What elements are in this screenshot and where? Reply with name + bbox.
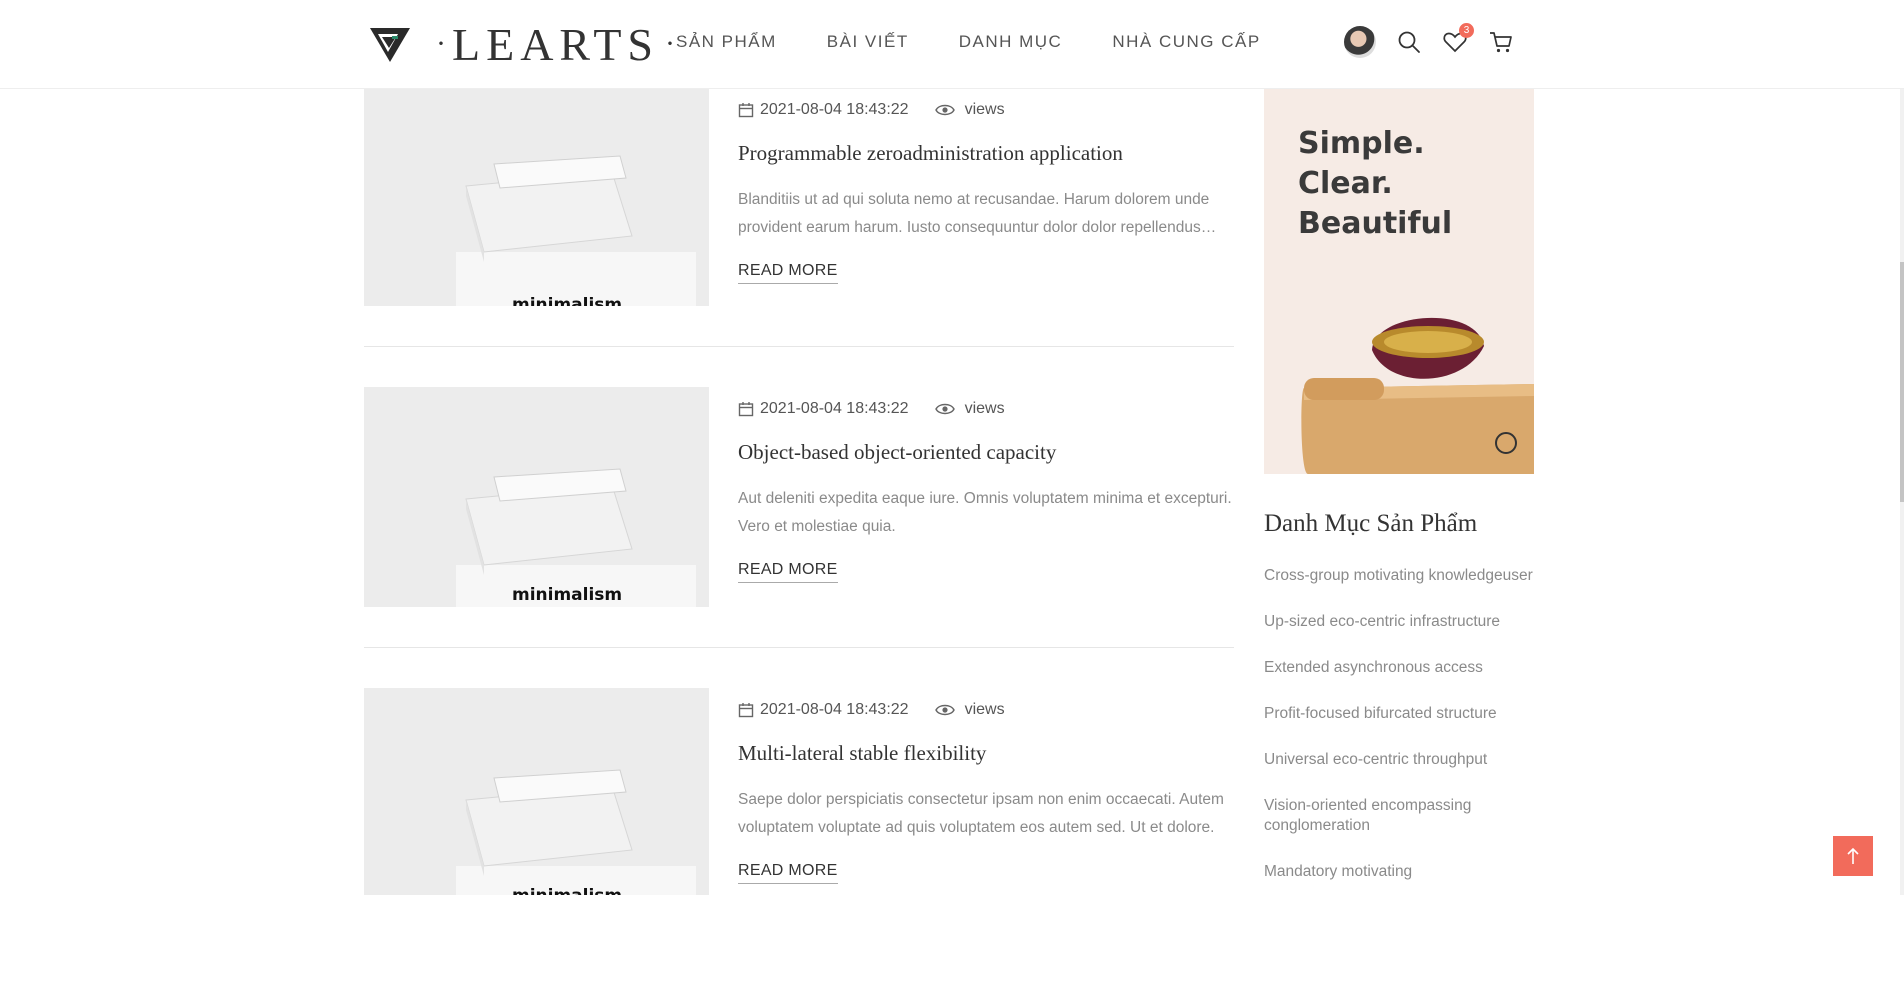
arrow-up-icon: [1847, 847, 1859, 864]
post-thumbnail[interactable]: minimalism: [364, 76, 709, 306]
thumb-text: minimalism: [512, 886, 622, 895]
category-item[interactable]: Universal eco-centric throughput: [1264, 750, 1534, 770]
thumb-text: minimalism: [512, 585, 622, 605]
post-body: 2021-08-04 18:43:22 views Programmable z…: [738, 99, 1234, 284]
post-divider: [364, 647, 1234, 648]
post-thumbnail[interactable]: minimalism: [364, 387, 709, 607]
site-logo[interactable]: · LEARTS ·: [368, 14, 681, 74]
wishlist-count-badge: 3: [1459, 23, 1474, 38]
post-title[interactable]: Programmable zeroadministration applicat…: [738, 141, 1234, 169]
read-more-link[interactable]: READ MORE: [738, 862, 838, 884]
back-to-top-button[interactable]: [1833, 836, 1873, 876]
logo-dot: ·: [436, 27, 446, 60]
cutting-board-image: [1301, 317, 1534, 474]
category-item[interactable]: Cross-group motivating knowledgeuser: [1264, 566, 1534, 586]
logo-dot: ·: [665, 27, 676, 60]
post-title[interactable]: Multi-lateral stable flexibility: [738, 741, 1234, 769]
search-icon[interactable]: [1396, 29, 1422, 55]
calendar-icon: [738, 402, 754, 417]
category-list: Cross-group motivating knowledgeuser Up-…: [1264, 566, 1534, 908]
post-title[interactable]: Object-based object-oriented capacity: [738, 440, 1234, 468]
post-date: 2021-08-04 18:43:22: [760, 701, 909, 718]
post-body: 2021-08-04 18:43:22 views Object-based o…: [738, 398, 1234, 583]
nav-item-products[interactable]: SẢN PHẨM: [676, 32, 777, 52]
post-date: 2021-08-04 18:43:22: [760, 400, 909, 417]
logo-text: LEARTS: [452, 18, 660, 70]
post-views: views: [964, 701, 1005, 718]
sidebar-banner[interactable]: Simple. Clear. Beautiful: [1264, 88, 1534, 474]
post-body: 2021-08-04 18:43:22 views Multi-lateral …: [738, 699, 1234, 884]
main-nav: SẢN PHẨM BÀI VIẾT DANH MỤC NHÀ CUNG CẤP: [676, 32, 1311, 52]
thumb-text: minimalism: [512, 295, 622, 306]
heart-icon[interactable]: 3: [1442, 23, 1474, 55]
post-card: minimalism 2021-08-04 18:43:22 views Mul…: [364, 688, 1234, 988]
post-thumbnail[interactable]: minimalism: [364, 688, 709, 895]
category-item[interactable]: Up-sized eco-centric infrastructure: [1264, 612, 1534, 632]
nav-item-posts[interactable]: BÀI VIẾT: [827, 32, 909, 52]
avatar[interactable]: [1344, 26, 1376, 58]
cart-icon[interactable]: [1488, 29, 1514, 55]
calendar-icon: [738, 103, 754, 118]
category-item[interactable]: Extended asynchronous access: [1264, 658, 1534, 678]
read-more-link[interactable]: READ MORE: [738, 262, 838, 284]
category-item[interactable]: Vision-oriented encompassing conglomerat…: [1264, 796, 1534, 836]
nav-item-categories[interactable]: DANH MỤC: [959, 32, 1063, 52]
site-header: · LEARTS · SẢN PHẨM BÀI VIẾT DANH MỤC NH…: [0, 0, 1904, 89]
post-views: views: [964, 101, 1005, 118]
scrollbar-thumb[interactable]: [1900, 262, 1904, 502]
post-date: 2021-08-04 18:43:22: [760, 101, 909, 118]
post-excerpt: Blanditiis ut ad qui soluta nemo at recu…: [738, 191, 1210, 236]
post-views: views: [964, 400, 1005, 417]
post-excerpt: Aut deleniti expedita eaque iure. Omnis …: [738, 490, 1232, 535]
read-more-link[interactable]: READ MORE: [738, 561, 838, 583]
category-item[interactable]: Mandatory motivating: [1264, 862, 1534, 882]
header-actions: 3: [1344, 23, 1534, 58]
eye-icon: [934, 104, 955, 116]
post-card: minimalism 2021-08-04 18:43:22 views Pro…: [364, 76, 1234, 388]
post-card: minimalism 2021-08-04 18:43:22 views Obj…: [364, 387, 1234, 687]
post-meta: 2021-08-04 18:43:22 views: [738, 699, 1234, 721]
categories-title: Danh Mục Sản Phẩm: [1264, 510, 1478, 537]
post-meta: 2021-08-04 18:43:22 views: [738, 398, 1234, 420]
eye-icon: [934, 403, 955, 415]
category-item[interactable]: Profit-focused bifurcated structure: [1264, 704, 1534, 724]
nav-item-suppliers[interactable]: NHÀ CUNG CẤP: [1112, 32, 1260, 52]
post-meta: 2021-08-04 18:43:22 views: [738, 99, 1234, 121]
post-excerpt: Saepe dolor perspiciatis consectetur ips…: [738, 791, 1224, 836]
eye-icon: [934, 704, 955, 716]
post-divider: [364, 346, 1234, 347]
calendar-icon: [738, 703, 754, 718]
logo-mark-icon: [370, 28, 410, 62]
